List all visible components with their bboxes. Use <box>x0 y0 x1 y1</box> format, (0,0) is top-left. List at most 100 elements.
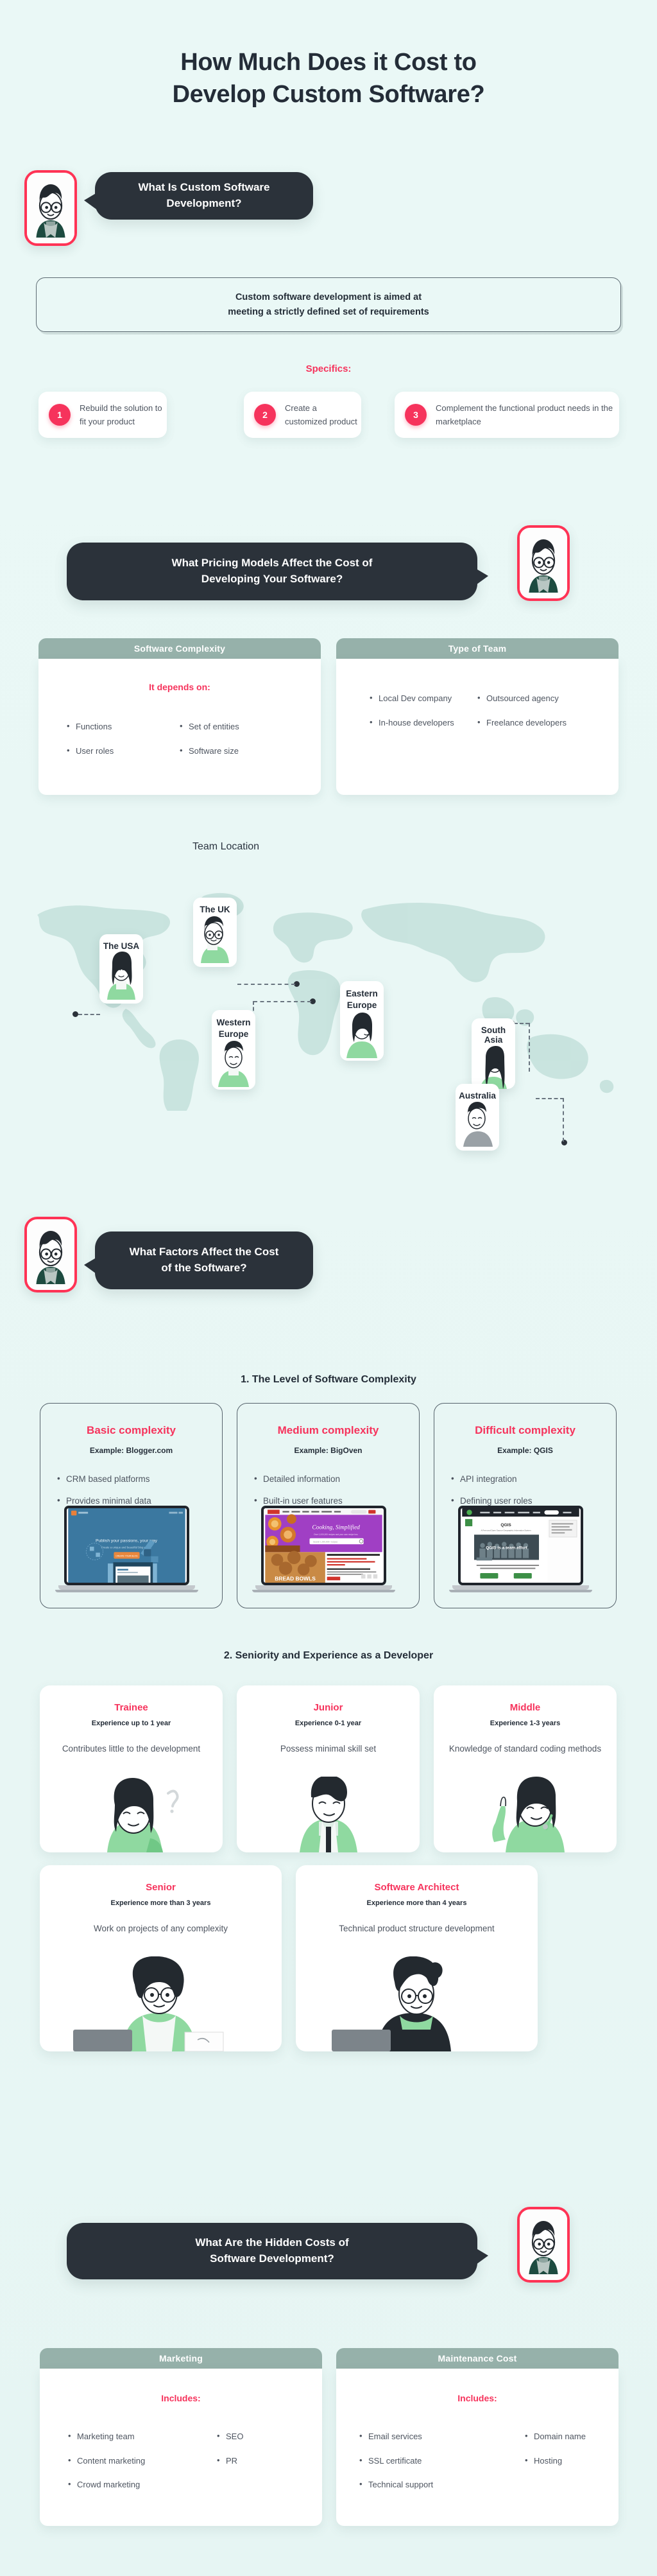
seniority-title: Middle <box>509 1702 541 1713</box>
seniority-description: Technical product structure development <box>339 1924 495 1933</box>
map-line-sa-v <box>529 1023 530 1072</box>
definition-line1: Custom software development is aimed at <box>235 292 422 303</box>
team-location-map-section: Team Location The UK The USA Western Eur… <box>0 841 657 1151</box>
list-item: Domain name <box>525 2430 595 2443</box>
list-item: Local Dev company <box>370 692 477 705</box>
location-card-uk[interactable]: The UK <box>193 898 237 967</box>
specific-card-3: 3 Complement the functional product need… <box>395 392 619 438</box>
question-bubble-2: What Pricing Models Affect the Cost of D… <box>67 543 488 600</box>
person-junior-icon <box>300 1777 357 1852</box>
list-item: Provides minimal data <box>57 1495 222 1506</box>
question-1-text: What Is Custom Software Development? <box>138 181 270 209</box>
definition-line2: meeting a strictly defined set of requir… <box>228 306 429 317</box>
specific-number-2: 2 <box>254 404 276 426</box>
person-eastern-europe-icon <box>346 1013 377 1059</box>
list-item: SEO <box>217 2430 294 2443</box>
list-item: Marketing team <box>68 2430 217 2443</box>
map-line-au-h <box>536 1098 564 1099</box>
location-card-australia[interactable]: Australia <box>456 1084 499 1151</box>
svg-text:QGIS is a team effort: QGIS is a team effort <box>486 1546 527 1551</box>
list-item: PR <box>217 2454 294 2467</box>
avatar-presenter-q1 <box>24 170 77 246</box>
list-item: Software size <box>180 744 293 758</box>
location-name: The UK <box>200 905 230 914</box>
qgis-screenshot: QGIS A Free and Open Source Geographic I… <box>462 1508 579 1583</box>
maintenance-panel: Maintenance Cost Includes: Email service… <box>336 2348 619 2526</box>
complexity-title: Difficult complexity <box>475 1424 576 1436</box>
svg-text:QGIS: QGIS <box>500 1523 511 1527</box>
svg-text:Over 1,000,000 recipes and you: Over 1,000,000 recipes and your own reci… <box>314 1533 358 1536</box>
complexity-list-col2: Set of entities Software size <box>180 720 293 769</box>
location-card-south-asia[interactable]: South Asia <box>472 1018 515 1089</box>
software-complexity-panel: Software Complexity It depends on: Funct… <box>38 638 321 795</box>
laptop-mockup-bigoven: Cooking, Simplified Over 1,000,000 recip… <box>252 1506 395 1592</box>
complexity-list-col1: Functions User roles <box>67 720 180 769</box>
seniority-description: Knowledge of standard coding methods <box>448 1744 602 1754</box>
list-item: SSL certificate <box>359 2454 525 2467</box>
question-2-line1: What Pricing Models Affect the Cost of <box>171 557 373 570</box>
location-card-western-europe[interactable]: Western Europe <box>212 1010 255 1090</box>
location-card-eastern-europe[interactable]: Eastern Europe <box>340 981 384 1061</box>
team-list-col2: Outsourced agency Freelance developers <box>477 692 585 740</box>
blogger-screenshot: Publish your passions, your way Create a… <box>68 1508 185 1583</box>
laptop-base <box>58 1585 195 1590</box>
list-item: Hosting <box>525 2454 595 2467</box>
map-line-we-h <box>253 1001 311 1002</box>
factor-1-heading: 1. The Level of Software Complexity <box>241 1374 416 1385</box>
list-item: Technical support <box>359 2478 525 2491</box>
svg-text:CREATE YOUR BLOG: CREATE YOUR BLOG <box>115 1554 138 1557</box>
laptop-foot <box>252 1590 395 1592</box>
bigoven-screenshot: Cooking, Simplified Over 1,000,000 recip… <box>265 1508 382 1583</box>
list-item: Defining user roles <box>451 1495 616 1506</box>
question-3-line1: What Factors Affect the Cost <box>129 1246 279 1258</box>
seniority-title: Senior <box>146 1882 176 1893</box>
laptop-foot <box>449 1590 592 1592</box>
location-name: Western Europe <box>216 1018 251 1039</box>
person-south-asia-icon <box>480 1046 507 1089</box>
list-item: In-house developers <box>370 716 477 729</box>
type-of-team-panel: Type of Team Local Dev company In-house … <box>336 638 619 795</box>
svg-text:Search 1,000,000+ recipes: Search 1,000,000+ recipes <box>313 1540 337 1543</box>
world-map-background <box>37 892 614 1111</box>
person-senior-icon <box>73 1956 224 2051</box>
map-line-sa-h <box>514 1023 529 1024</box>
map-line-usa <box>78 1014 100 1015</box>
map-line-au-v <box>563 1098 564 1142</box>
avatar-presenter-q4 <box>517 2207 570 2283</box>
seniority-card-middle: Middle Experience 1-3 years Knowledge of… <box>434 1685 617 1852</box>
person-usa-icon <box>107 952 135 1000</box>
question-4-line1: What Are the Hidden Costs of <box>195 2236 349 2249</box>
svg-text:BREAD BOWLS: BREAD BOWLS <box>275 1575 316 1581</box>
list-item: Outsourced agency <box>477 692 585 705</box>
location-name: Australia <box>459 1091 496 1101</box>
list-item: Crowd marketing <box>68 2478 217 2491</box>
list-item: Content marketing <box>68 2454 217 2467</box>
seniority-experience: Experience 0-1 year <box>294 1719 362 1727</box>
specific-text-3: Complement the functional product needs … <box>436 403 613 426</box>
seniority-card-senior: Senior Experience more than 3 years Work… <box>40 1865 282 2051</box>
specific-number-1: 1 <box>49 404 71 426</box>
software-complexity-header: Software Complexity <box>38 638 321 659</box>
seniority-description: Possess minimal skill set <box>280 1744 377 1754</box>
seniority-card-software-architect: Software Architect Experience more than … <box>296 1865 538 2051</box>
question-4-line2: Software Development? <box>210 2252 334 2265</box>
presenter-face-icon <box>520 2210 567 2279</box>
complexity-title: Medium complexity <box>277 1424 379 1436</box>
list-item: Detailed information <box>254 1474 419 1484</box>
location-card-usa[interactable]: The USA <box>99 934 143 1004</box>
seniority-description: Work on projects of any complexity <box>93 1924 228 1933</box>
laptop-mockup-blogger: Publish your passions, your way Create a… <box>55 1506 198 1592</box>
complexity-bullets: CRM based platforms Provides minimal dat… <box>57 1474 222 1506</box>
infographic-page: How Much Does it Cost to Develop Custom … <box>0 0 657 2576</box>
marketing-includes-label: Includes: <box>161 2393 201 2403</box>
laptop-base <box>452 1585 589 1590</box>
specifics-label: Specifics: <box>305 363 352 374</box>
complexity-example: Example: Blogger.com <box>89 1446 173 1455</box>
maintenance-list-col2: Domain name Hosting <box>525 2430 595 2503</box>
specific-text-1: Rebuild the solution to fit your product <box>80 403 162 426</box>
seniority-title: Junior <box>313 1702 343 1713</box>
complexity-title: Basic complexity <box>87 1424 176 1436</box>
complexity-example: Example: BigOven <box>294 1446 363 1455</box>
seniority-card-junior: Junior Experience 0-1 year Possess minim… <box>237 1685 420 1852</box>
it-depends-on-label: It depends on: <box>149 682 210 692</box>
